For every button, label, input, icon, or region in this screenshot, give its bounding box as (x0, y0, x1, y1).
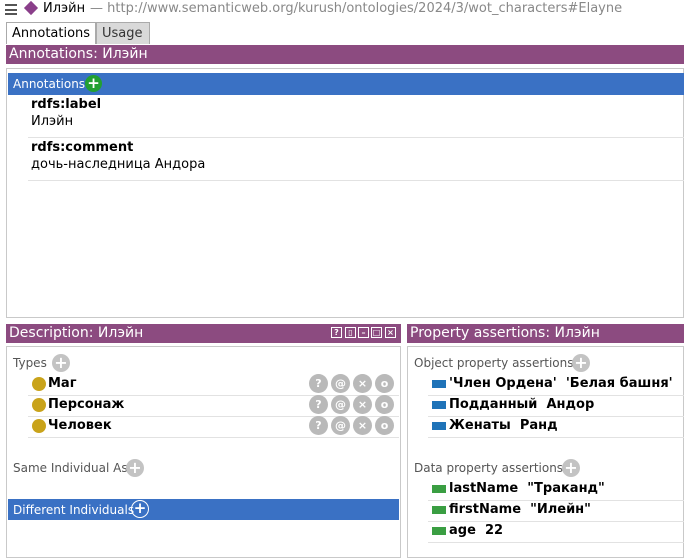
delete-icon[interactable]: × (353, 374, 372, 393)
annotation-property-comment: rdfs:comment (31, 140, 134, 155)
row-divider (28, 437, 399, 438)
annotation-value-comment[interactable]: дочь-наследница Андора (31, 157, 205, 172)
class-icon (32, 398, 46, 412)
annotations-header: Annotations: Илэйн (6, 45, 684, 64)
different-individuals-bar[interactable]: Different Individuals (8, 499, 399, 520)
row-divider (428, 500, 684, 501)
annotations-panel (6, 68, 684, 318)
at-icon[interactable]: @ (331, 374, 350, 393)
row-divider (428, 395, 684, 396)
type-item[interactable]: Персонаж (48, 397, 124, 412)
type-item[interactable]: Маг (48, 376, 77, 391)
at-icon[interactable]: @ (331, 416, 350, 435)
object-property-name: 'Член Ордена' (449, 376, 557, 391)
help-icon[interactable]: ? (331, 327, 342, 338)
object-property-value: 'Белая башня' (565, 376, 673, 391)
data-property-name: firstName (449, 502, 522, 517)
edit-icon[interactable]: o (375, 374, 394, 393)
description-header-title: Description: Илэйн (9, 325, 144, 341)
individual-diamond-icon (23, 0, 39, 16)
add-annotation-icon[interactable]: + (85, 75, 102, 92)
different-individuals-label: Different Individuals (13, 503, 135, 517)
object-property-name: Подданный (449, 397, 538, 412)
data-property-icon (432, 506, 446, 514)
maximize-icon[interactable]: □ (371, 327, 382, 338)
question-icon[interactable]: ? (309, 395, 328, 414)
annotation-value-label[interactable]: Илэйн (31, 114, 73, 129)
row-divider (428, 521, 684, 522)
question-icon[interactable]: ? (309, 416, 328, 435)
same-individual-label: Same Individual As (13, 461, 128, 475)
split-view-icon[interactable]: ▯ (345, 327, 356, 338)
object-property-icon (432, 401, 446, 409)
data-property-name: lastName (449, 481, 519, 496)
question-icon[interactable]: ? (309, 374, 328, 393)
add-object-property-icon[interactable]: + (572, 354, 590, 372)
data-assertion-row[interactable]: age 22 (449, 523, 503, 538)
object-assertion-row[interactable]: Подданный Андор (449, 397, 594, 412)
annotations-bar[interactable]: Annotations (8, 73, 684, 95)
object-assertion-row[interactable]: 'Член Ордена' 'Белая башня' (449, 376, 673, 391)
edit-icon[interactable]: o (375, 395, 394, 414)
add-different-individual-icon[interactable]: + (131, 500, 149, 518)
annotation-divider (28, 137, 684, 138)
annotation-divider (28, 180, 684, 181)
individual-name: Илэйн (43, 1, 86, 16)
row-divider (428, 542, 684, 543)
object-property-value: Ранд (519, 418, 558, 433)
add-data-property-icon[interactable]: + (562, 459, 580, 477)
add-type-icon[interactable]: + (52, 354, 70, 372)
at-icon[interactable]: @ (331, 395, 350, 414)
object-property-icon (432, 380, 446, 388)
close-view-icon[interactable]: × (385, 327, 396, 338)
data-assertion-row[interactable]: lastName "Траканд" (449, 481, 605, 496)
object-property-icon (432, 422, 446, 430)
delete-icon[interactable]: × (353, 395, 372, 414)
property-assertions-header: Property assertions: Илэйн (407, 324, 684, 343)
data-property-assertions-label: Data property assertions (414, 461, 564, 475)
annotation-property-label: rdfs:label (31, 97, 102, 112)
data-property-icon (432, 485, 446, 493)
tab-usage[interactable]: Usage (96, 22, 150, 44)
hamburger-icon[interactable] (5, 4, 17, 15)
tab-annotations[interactable]: Annotations (6, 22, 96, 44)
object-property-value: Андор (546, 397, 595, 412)
data-property-value: "Траканд" (527, 481, 605, 496)
class-icon (32, 377, 46, 391)
annotations-bar-label: Annotations (13, 77, 86, 91)
object-property-assertions-label: Object property assertions (414, 356, 574, 370)
class-icon (32, 419, 46, 433)
row-divider (428, 416, 684, 417)
data-assertion-row[interactable]: firstName "Илейн" (449, 502, 591, 517)
row-divider (428, 437, 684, 438)
add-same-individual-icon[interactable]: + (126, 459, 144, 477)
minimize-icon[interactable]: – (358, 327, 369, 338)
title-bar: Илэйн — http://www.semanticweb.org/kurus… (0, 0, 684, 20)
data-property-icon (432, 527, 446, 535)
data-property-name: age (449, 523, 476, 538)
object-property-name: Женаты (449, 418, 511, 433)
individual-iri: — http://www.semanticweb.org/kurush/onto… (90, 1, 623, 16)
delete-icon[interactable]: × (353, 416, 372, 435)
data-property-value: "Илейн" (530, 502, 591, 517)
object-assertion-row[interactable]: Женаты Ранд (449, 418, 558, 433)
types-section-label: Types (13, 356, 47, 370)
data-property-value: 22 (484, 523, 504, 538)
edit-icon[interactable]: o (375, 416, 394, 435)
type-item[interactable]: Человек (48, 418, 112, 433)
